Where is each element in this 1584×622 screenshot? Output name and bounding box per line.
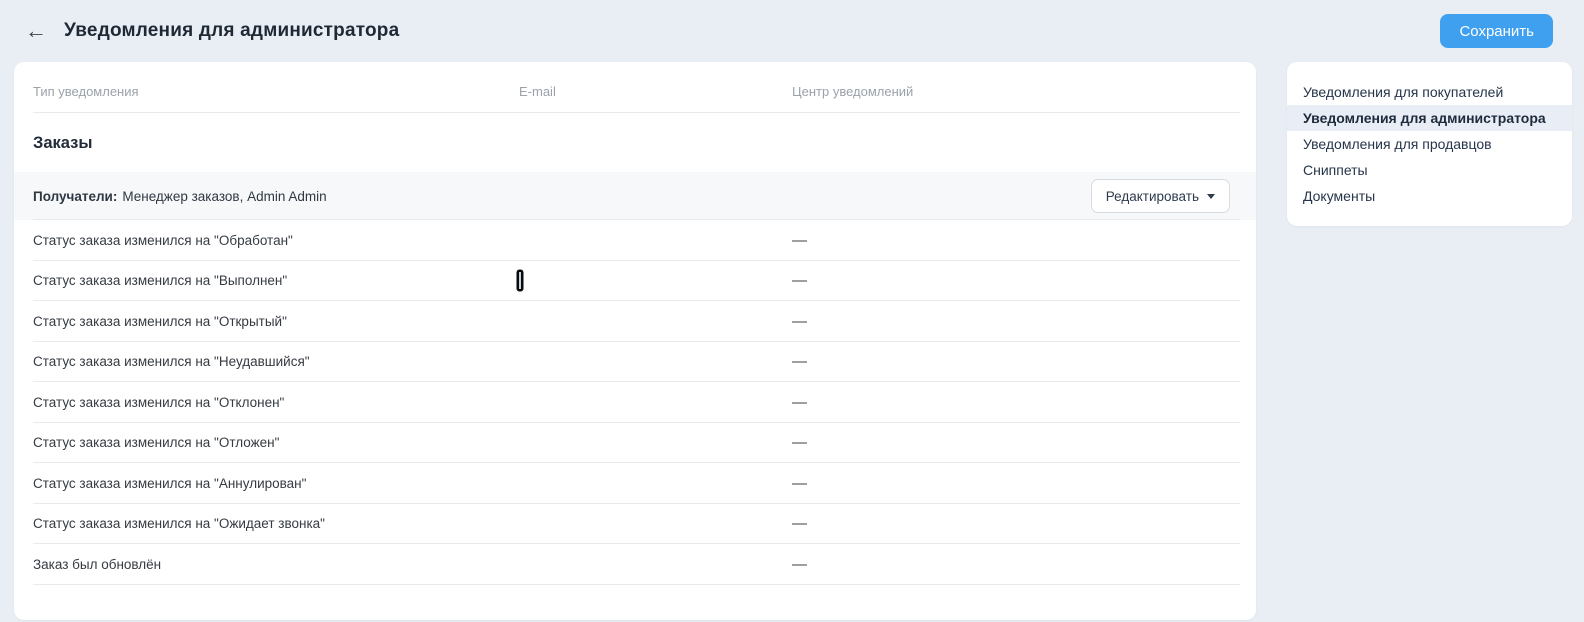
chevron-down-icon	[1207, 194, 1215, 199]
table-row: Статус заказа изменился на "Обработан" —	[14, 220, 1256, 261]
recipients-value: Менеджер заказов, Admin Admin	[122, 189, 326, 204]
table-row: Статус заказа изменился на "Неудавшийся"…	[14, 342, 1256, 383]
sidebar-item-label: Документы	[1303, 188, 1375, 204]
notification-center-empty-dash: —	[792, 313, 1240, 330]
column-header-type: Тип уведомления	[33, 84, 519, 99]
table-row: Статус заказа изменился на "Аннулирован"…	[14, 463, 1256, 504]
sidebar-item[interactable]: Уведомления для покупателей	[1287, 79, 1572, 105]
notification-type-label: Статус заказа изменился на "Аннулирован"	[33, 476, 519, 491]
back-arrow-icon[interactable]: ←	[25, 20, 47, 42]
sidebar-item[interactable]: Сниппеты	[1287, 157, 1572, 183]
page-title: Уведомления для администратора	[64, 20, 399, 42]
notification-type-label: Статус заказа изменился на "Ожидает звон…	[33, 516, 519, 531]
notification-center-empty-dash: —	[792, 556, 1240, 573]
section-title-orders: Заказы	[14, 113, 1256, 172]
sidebar-item-label: Сниппеты	[1303, 162, 1368, 178]
sidebar-item[interactable]: Уведомления для продавцов	[1287, 131, 1572, 157]
table-row: Статус заказа изменился на "Отклонен" —	[14, 382, 1256, 423]
notification-center-empty-dash: —	[792, 475, 1240, 492]
notification-type-label: Заказ был обновлён	[33, 557, 519, 572]
notification-type-label: Статус заказа изменился на "Неудавшийся"	[33, 354, 519, 369]
notification-type-label: Статус заказа изменился на "Отклонен"	[33, 395, 519, 410]
table-row: Статус заказа изменился на "Ожидает звон…	[14, 504, 1256, 545]
sidebar-item[interactable]: Уведомления для администратора	[1287, 105, 1572, 131]
table-row: Статус заказа изменился на "Открытый" —	[14, 301, 1256, 342]
notification-center-empty-dash: —	[792, 232, 1240, 249]
top-bar: ← Уведомления для администратора Сохрани…	[0, 0, 1584, 62]
table-header-row: Тип уведомления E-mail Центр уведомлений	[14, 62, 1256, 113]
sidebar-item-label: Уведомления для администратора	[1303, 110, 1546, 126]
column-header-email: E-mail	[519, 84, 792, 99]
sidebar-item-label: Уведомления для продавцов	[1303, 136, 1492, 152]
notification-type-label: Статус заказа изменился на "Открытый"	[33, 314, 519, 329]
notification-type-label: Статус заказа изменился на "Отложен"	[33, 435, 519, 450]
email-checkbox[interactable]	[519, 272, 521, 289]
edit-button-label: Редактировать	[1106, 189, 1199, 204]
notification-center-empty-dash: —	[792, 353, 1240, 370]
notification-center-empty-dash: —	[792, 515, 1240, 532]
edit-recipients-button[interactable]: Редактировать	[1091, 179, 1230, 213]
notification-center-empty-dash: —	[792, 272, 1240, 289]
notifications-card: Тип уведомления E-mail Центр уведомлений…	[14, 62, 1256, 620]
sidebar-item[interactable]: Документы	[1287, 183, 1572, 209]
content-area: Тип уведомления E-mail Центр уведомлений…	[0, 62, 1584, 620]
sidebar-item-label: Уведомления для покупателей	[1303, 84, 1503, 100]
recipients-row: Получатели: Менеджер заказов, Admin Admi…	[14, 172, 1256, 220]
table-row: Заказ был обновлён —	[14, 544, 1256, 585]
save-button[interactable]: Сохранить	[1440, 14, 1553, 48]
table-row: Статус заказа изменился на "Отложен" —	[14, 423, 1256, 464]
notification-type-label: Статус заказа изменился на "Обработан"	[33, 233, 519, 248]
settings-sidebar: Уведомления для покупателей Уведомления …	[1287, 62, 1572, 226]
notification-center-empty-dash: —	[792, 434, 1240, 451]
email-cell	[519, 273, 792, 288]
notification-center-empty-dash: —	[792, 394, 1240, 411]
table-row: Статус заказа изменился на "Выполнен" —	[14, 261, 1256, 302]
column-header-notification-center: Центр уведомлений	[792, 84, 1240, 99]
notification-type-label: Статус заказа изменился на "Выполнен"	[33, 273, 519, 288]
recipients-label: Получатели:	[33, 189, 117, 204]
